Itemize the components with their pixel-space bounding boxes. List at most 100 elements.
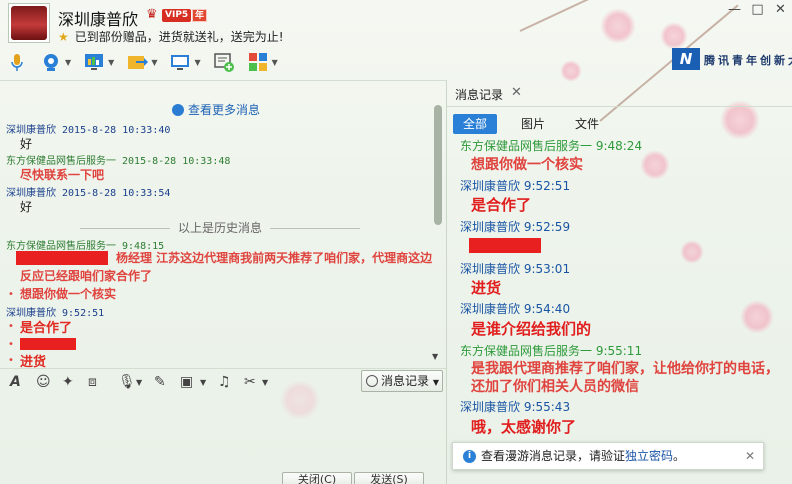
window-controls: — □ ✕ — [723, 0, 792, 22]
brand-banner[interactable]: N 腾讯青年创新大 — [668, 46, 792, 74]
history-entry-header: 深圳康普欣 9:55:43 — [460, 400, 571, 414]
bullet: • — [8, 339, 14, 350]
history-entry-body: 哦，太感谢你了 — [471, 418, 577, 436]
bullet: • — [8, 321, 14, 332]
history-entry-body: 是合作了 — [471, 196, 532, 214]
close-window-button[interactable]: ✕ — [769, 0, 792, 22]
message-history-button[interactable]: 消息记录 ▼ — [361, 370, 443, 392]
message-input[interactable] — [0, 396, 446, 470]
message-body: 想跟你做一个核实 — [20, 287, 117, 301]
file-transfer-button[interactable]: ▼ — [126, 51, 157, 73]
message-header: 东方保健品网售后服务一 2015-8-28 10:33:48 — [6, 156, 231, 167]
music-icon[interactable]: ♫ — [218, 374, 231, 392]
scroll-thumb[interactable] — [434, 105, 442, 225]
brand-logo: N — [672, 48, 700, 70]
crown-icon: ♛ — [146, 7, 158, 22]
scroll-down-icon[interactable]: ▼ — [432, 352, 438, 361]
history-panel: 消息记录 ✕ 全部 图片 文件 东方保健品网售后服务一 9:48:24 想跟你做… — [446, 80, 792, 484]
history-entry-body: 是我跟代理商推荐了咱们家，让他给你打的电话，还加了你们相关人员的微信 — [471, 361, 779, 395]
message-header: 深圳康普欣 2015-8-28 10:33:54 — [6, 188, 171, 199]
history-divider: 以上是历史消息 — [40, 219, 400, 236]
maximize-button[interactable]: □ — [746, 0, 769, 22]
chevron-down-icon: ▼ — [432, 378, 439, 387]
chevron-down-icon[interactable]: ▼ — [200, 378, 206, 396]
roaming-notice: i 查看漫游消息记录，请验证独立密码。 ✕ — [452, 442, 764, 470]
apps-icon — [248, 53, 267, 71]
close-icon[interactable]: ✕ — [511, 85, 522, 100]
vip-year-badge: 年 — [192, 9, 208, 22]
scissors-icon[interactable]: ✂ — [244, 374, 256, 392]
minimize-button[interactable]: — — [723, 0, 746, 22]
more-messages-text: 查看更多消息 — [188, 103, 261, 117]
clock-icon — [366, 375, 378, 387]
chevron-down-icon[interactable]: ▼ — [262, 378, 268, 396]
emoji-icon[interactable]: ☺ — [36, 374, 51, 392]
close-button[interactable]: 关闭(C) — [282, 472, 352, 484]
close-icon[interactable]: ✕ — [745, 443, 755, 469]
filter-images[interactable]: 图片 — [511, 114, 555, 134]
history-entry-body: 是谁介绍给我们的 — [471, 320, 592, 338]
star-icon: ★ — [58, 30, 69, 44]
vip-badge[interactable]: VIP5 — [162, 9, 192, 22]
image-icon[interactable]: ▣ — [180, 374, 193, 392]
redacted-block — [469, 238, 541, 253]
chevron-down-icon[interactable]: ▼ — [136, 378, 142, 396]
history-entry-header: 东方保健品网售后服务一 9:48:24 — [460, 139, 643, 153]
history-entry-header: 深圳康普欣 9:53:01 — [460, 262, 571, 276]
notice-suffix: 。 — [673, 449, 686, 463]
apps-button[interactable]: ▼ — [247, 51, 278, 73]
info-icon: i — [463, 450, 476, 463]
remote-desktop-icon — [171, 55, 190, 70]
contact-name: 深圳康普欣 — [58, 10, 139, 29]
send-button[interactable]: 发送(S) — [354, 472, 424, 484]
bullet: • — [8, 355, 14, 366]
bullet: • — [8, 289, 14, 300]
chevron-down-icon[interactable]: ▼ — [65, 58, 71, 67]
message-body: 是合作了 — [20, 321, 73, 336]
message-body: 好 — [20, 200, 33, 214]
history-entry-body: 进货 — [471, 279, 502, 297]
header: 深圳康普欣 ♛ VIP5 年 ★ 已到部份赠品，进货就送礼，送完为止! — □ ✕… — [0, 0, 792, 80]
chevron-down-icon[interactable]: ▼ — [108, 58, 114, 67]
history-entry-header: 深圳康普欣 9:52:51 — [460, 179, 571, 193]
history-entry-header: 东方保健品网售后服务一 9:55:11 — [460, 344, 643, 358]
filter-all[interactable]: 全部 — [453, 114, 498, 134]
avatar[interactable] — [8, 3, 50, 43]
video-call-button[interactable]: ▼ — [40, 51, 71, 73]
message-body: 杨经理 江苏这边代理商我前两天推荐了咱们家，代理商这边反应已经跟咱们家合作了 — [20, 251, 433, 283]
filter-files[interactable]: 文件 — [565, 114, 609, 134]
message-body: 尽快联系一下吧 — [20, 168, 105, 182]
chat-window: 深圳康普欣 ♛ VIP5 年 ★ 已到部份赠品，进货就送礼，送完为止! — □ ✕… — [0, 0, 792, 484]
chat-messages: 查看更多消息 深圳康普欣 2015-8-28 10:33:40 好 东方保健品网… — [0, 80, 446, 370]
brand-text: 腾讯青年创新大 — [704, 54, 792, 67]
history-entry-header: 深圳康普欣 9:52:59 — [460, 220, 571, 234]
verify-password-link[interactable]: 独立密码 — [625, 449, 673, 463]
video-icon — [44, 54, 58, 71]
chevron-down-icon[interactable]: ▼ — [194, 58, 200, 67]
signature-text: 已到部份赠品，进货就送礼，送完为止! — [74, 30, 284, 44]
redacted-block — [20, 338, 76, 350]
history-entry-header: 深圳康普欣 9:54:40 — [460, 302, 571, 316]
chevron-down-icon[interactable]: ▼ — [272, 58, 278, 67]
chevron-down-icon[interactable]: ▼ — [151, 58, 157, 67]
magic-wand-icon[interactable]: ✦ — [62, 374, 74, 392]
file-transfer-icon — [128, 56, 149, 69]
message-header: 深圳康普欣 2015-8-28 10:33:40 — [6, 125, 171, 136]
message-body: 好 — [20, 137, 33, 151]
screen-share-icon — [85, 54, 104, 70]
voice-call-button[interactable] — [6, 51, 28, 73]
notice-text: 查看漫游消息记录，请验证 — [481, 449, 626, 463]
remote-desktop-button[interactable]: ▼ — [169, 51, 201, 73]
new-session-button[interactable] — [213, 51, 235, 73]
voice-message-icon[interactable]: 🎙 — [118, 374, 136, 392]
font-icon[interactable]: A — [10, 374, 21, 392]
tab-message-history[interactable]: 消息记录 — [455, 86, 503, 103]
edit-icon[interactable]: ✎ — [154, 374, 166, 392]
signature: ★ 已到部份赠品，进货就送礼，送完为止! — [58, 28, 284, 45]
new-session-icon — [213, 53, 234, 72]
clock-icon — [172, 104, 184, 116]
more-messages-link[interactable]: 查看更多消息 — [172, 101, 260, 118]
chat-scrollbar[interactable] — [433, 101, 443, 363]
screenshot-icon[interactable]: ⧈ — [88, 374, 97, 392]
screen-share-button[interactable]: ▼ — [83, 51, 114, 73]
